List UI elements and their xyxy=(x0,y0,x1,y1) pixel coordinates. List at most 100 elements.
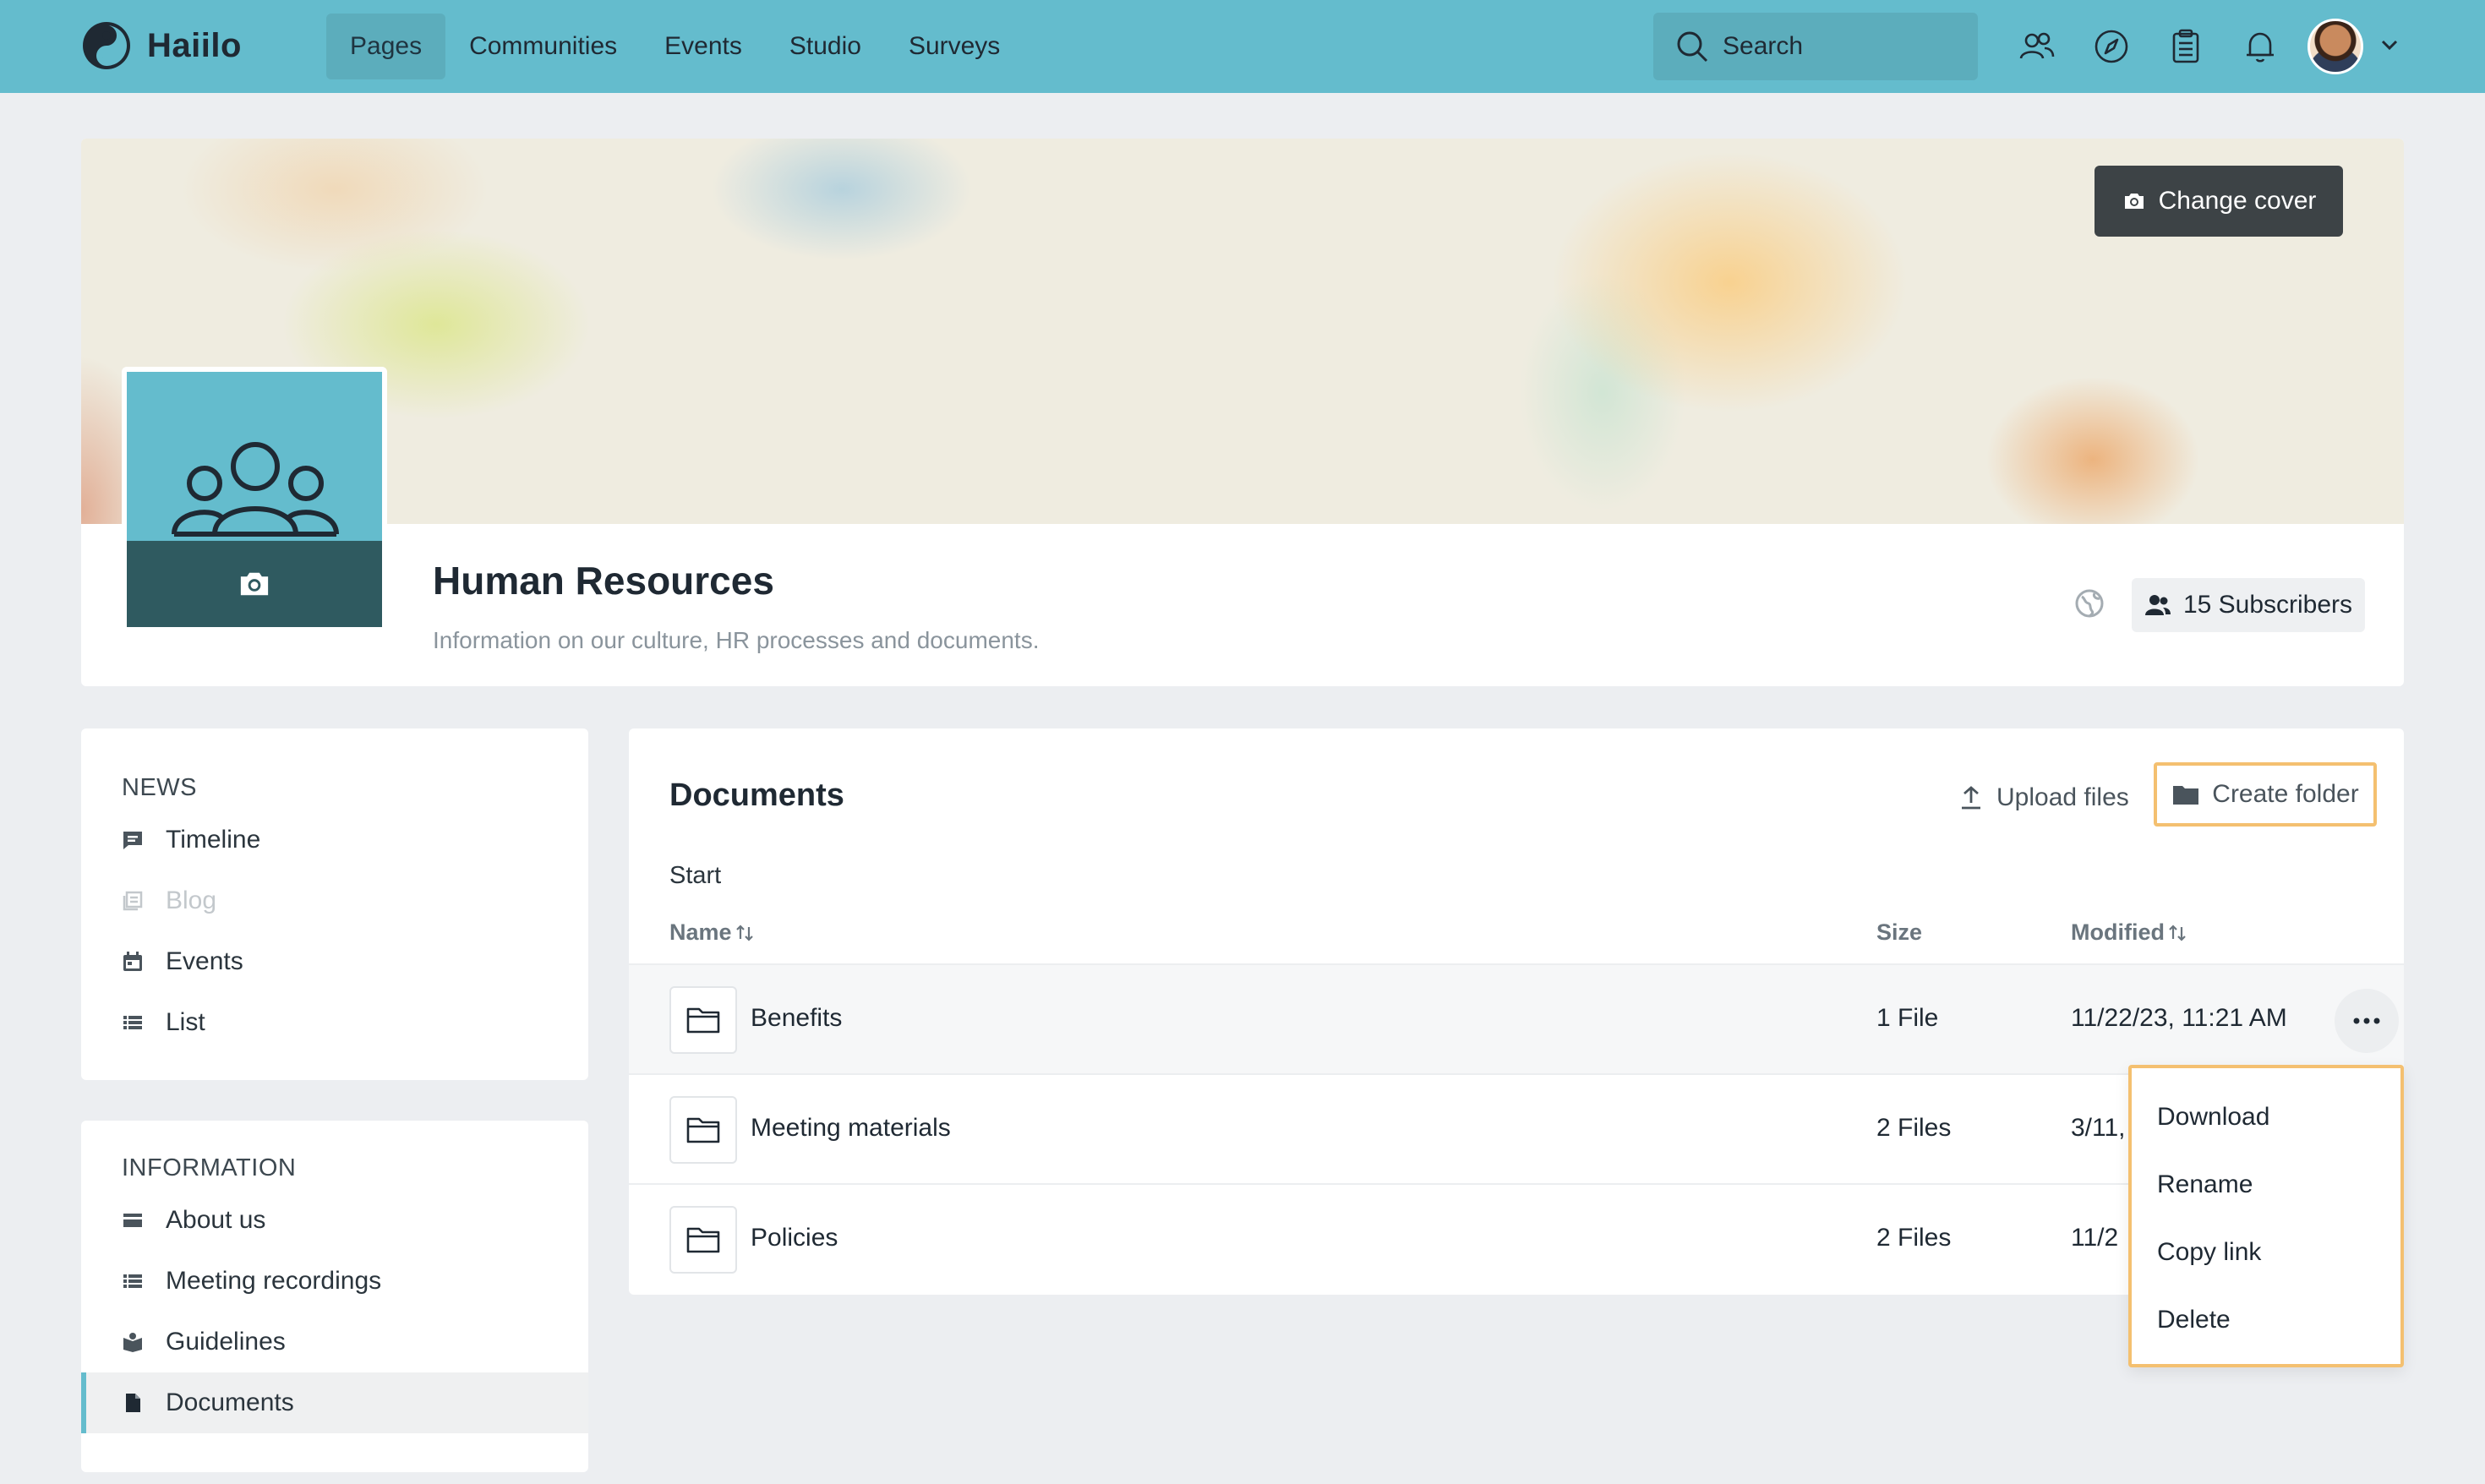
create-folder-button[interactable]: Create folder xyxy=(2154,762,2377,827)
search-input[interactable]: Search xyxy=(1653,13,1978,80)
folder-thumbnail xyxy=(669,1096,737,1164)
section-heading: NEWS xyxy=(122,774,197,801)
sidebar-item-label: List xyxy=(166,1008,205,1036)
list-icon xyxy=(123,1016,142,1029)
column-header-size: Size xyxy=(1876,919,1922,946)
menu-item-download[interactable]: Download xyxy=(2132,1083,2400,1151)
folder-thumbnail xyxy=(669,986,737,1054)
sidebar-item-guidelines[interactable]: Guidelines xyxy=(81,1312,588,1372)
nav-item-events[interactable]: Events xyxy=(641,14,766,79)
compass-icon xyxy=(2094,30,2128,63)
app-logo[interactable]: Haiilo xyxy=(81,20,242,71)
sidebar-item-timeline[interactable]: Timeline xyxy=(81,810,588,870)
sidebar-item-label: Guidelines xyxy=(166,1328,286,1356)
subscribers-count: 15 Subscribers xyxy=(2182,591,2353,619)
header-actions xyxy=(2017,26,2280,67)
column-header-label: Name xyxy=(669,919,732,945)
subscribers-button[interactable]: 15 Subscribers xyxy=(2132,578,2365,632)
globe-icon xyxy=(2075,589,2104,618)
app-name: Haiilo xyxy=(147,26,242,64)
table-row[interactable]: Benefits 1 File 11/22/23, 11:21 AM xyxy=(629,963,2404,1073)
menu-item-delete[interactable]: Delete xyxy=(2132,1286,2400,1354)
chevron-down-icon xyxy=(2381,40,2398,50)
sidebar-item-events[interactable]: Events xyxy=(81,931,588,992)
sidebar-item-label: Documents xyxy=(166,1389,294,1416)
file-modified: 11/22/23, 11:21 AM xyxy=(2071,1004,2287,1032)
column-header-name[interactable]: Name xyxy=(669,919,756,946)
top-navigation-bar: Haiilo Pages Communities Events Studio S… xyxy=(0,0,2485,93)
file-size: 2 Files xyxy=(1876,1224,1952,1252)
breadcrumb[interactable]: Start xyxy=(669,862,721,890)
group-icon xyxy=(172,442,339,537)
explore-button[interactable] xyxy=(2091,26,2132,67)
documents-title: Documents xyxy=(669,777,844,813)
book-icon xyxy=(123,1333,142,1352)
change-cover-button[interactable]: Change cover xyxy=(2094,166,2343,237)
camera-icon xyxy=(240,572,269,596)
clipboard-icon xyxy=(2172,29,2199,63)
file-modified: 11/2 xyxy=(2071,1224,2119,1252)
file-name[interactable]: Policies xyxy=(751,1224,838,1252)
nav-item-surveys[interactable]: Surveys xyxy=(885,14,1024,79)
sidebar-item-documents[interactable]: Documents xyxy=(81,1372,588,1433)
change-cover-label: Change cover xyxy=(2158,187,2317,215)
upload-icon xyxy=(1962,786,1980,810)
sidebar-item-label: Blog xyxy=(166,887,217,914)
sidebar-item-blog[interactable]: Blog xyxy=(81,870,588,931)
card-icon xyxy=(123,1214,142,1227)
page-description: Information on our culture, HR processes… xyxy=(433,627,1040,653)
menu-item-rename[interactable]: Rename xyxy=(2132,1151,2400,1219)
haiilo-logo-icon xyxy=(83,22,130,69)
menu-item-copy-link[interactable]: Copy link xyxy=(2132,1219,2400,1286)
create-folder-label: Create folder xyxy=(2212,780,2359,808)
sidebar-news-section: NEWS Timeline Blog Events List xyxy=(81,728,588,1080)
sidebar-item-about-us[interactable]: About us xyxy=(81,1190,588,1251)
context-menu: Download Rename Copy link Delete xyxy=(2128,1065,2404,1367)
file-name[interactable]: Meeting materials xyxy=(751,1114,951,1143)
column-header-modified[interactable]: Modified xyxy=(2071,919,2188,946)
nav-item-pages[interactable]: Pages xyxy=(326,14,446,79)
avatar xyxy=(2308,19,2363,74)
more-horizontal-icon xyxy=(2353,1018,2380,1024)
upload-files-button[interactable]: Upload files xyxy=(1958,774,2129,821)
sidebar-item-list[interactable]: List xyxy=(81,992,588,1053)
file-name[interactable]: Benefits xyxy=(751,1004,842,1033)
nav-item-communities[interactable]: Communities xyxy=(445,14,641,79)
folder-thumbnail xyxy=(669,1206,737,1274)
section-heading: INFORMATION xyxy=(122,1154,297,1181)
search-placeholder: Search xyxy=(1723,32,1804,60)
notifications-button[interactable] xyxy=(2240,26,2280,67)
file-size: 2 Files xyxy=(1876,1114,1952,1142)
calendar-icon xyxy=(123,952,142,971)
folder-icon xyxy=(686,1117,720,1143)
timeline-icon xyxy=(123,832,142,849)
sidebar-item-label: Timeline xyxy=(166,826,261,854)
sidebar-item-meeting-recordings[interactable]: Meeting recordings xyxy=(81,1251,588,1312)
main-nav: Pages Communities Events Studio Surveys xyxy=(326,14,1024,79)
user-menu[interactable] xyxy=(2308,19,2400,74)
colleagues-button[interactable] xyxy=(2017,26,2057,67)
column-header-label: Size xyxy=(1876,919,1923,945)
sort-icon xyxy=(735,924,753,941)
sidebar-information-section: INFORMATION About us Meeting recordings … xyxy=(81,1121,588,1472)
upload-files-label: Upload files xyxy=(1996,783,2129,811)
column-header-label: Modified xyxy=(2071,919,2165,945)
document-icon xyxy=(126,1394,140,1412)
sidebar-item-label: About us xyxy=(166,1206,266,1234)
file-modified: 3/11, xyxy=(2071,1114,2126,1142)
sort-icon xyxy=(2169,924,2186,941)
people-icon xyxy=(2019,32,2055,59)
list-icon xyxy=(123,1274,142,1288)
blog-icon xyxy=(123,891,143,911)
more-options-button[interactable] xyxy=(2335,989,2399,1053)
nav-item-studio[interactable]: Studio xyxy=(766,14,885,79)
cover-image xyxy=(81,139,2404,524)
change-avatar-button[interactable] xyxy=(127,541,382,627)
camera-icon xyxy=(2124,194,2144,209)
file-size: 1 File xyxy=(1876,1004,1939,1032)
page-avatar xyxy=(122,367,387,632)
search-icon xyxy=(1677,31,1708,63)
bell-icon xyxy=(2247,32,2274,63)
page-header-card: Change cover Human Resources Information… xyxy=(81,139,2404,686)
tasks-button[interactable] xyxy=(2166,26,2206,67)
